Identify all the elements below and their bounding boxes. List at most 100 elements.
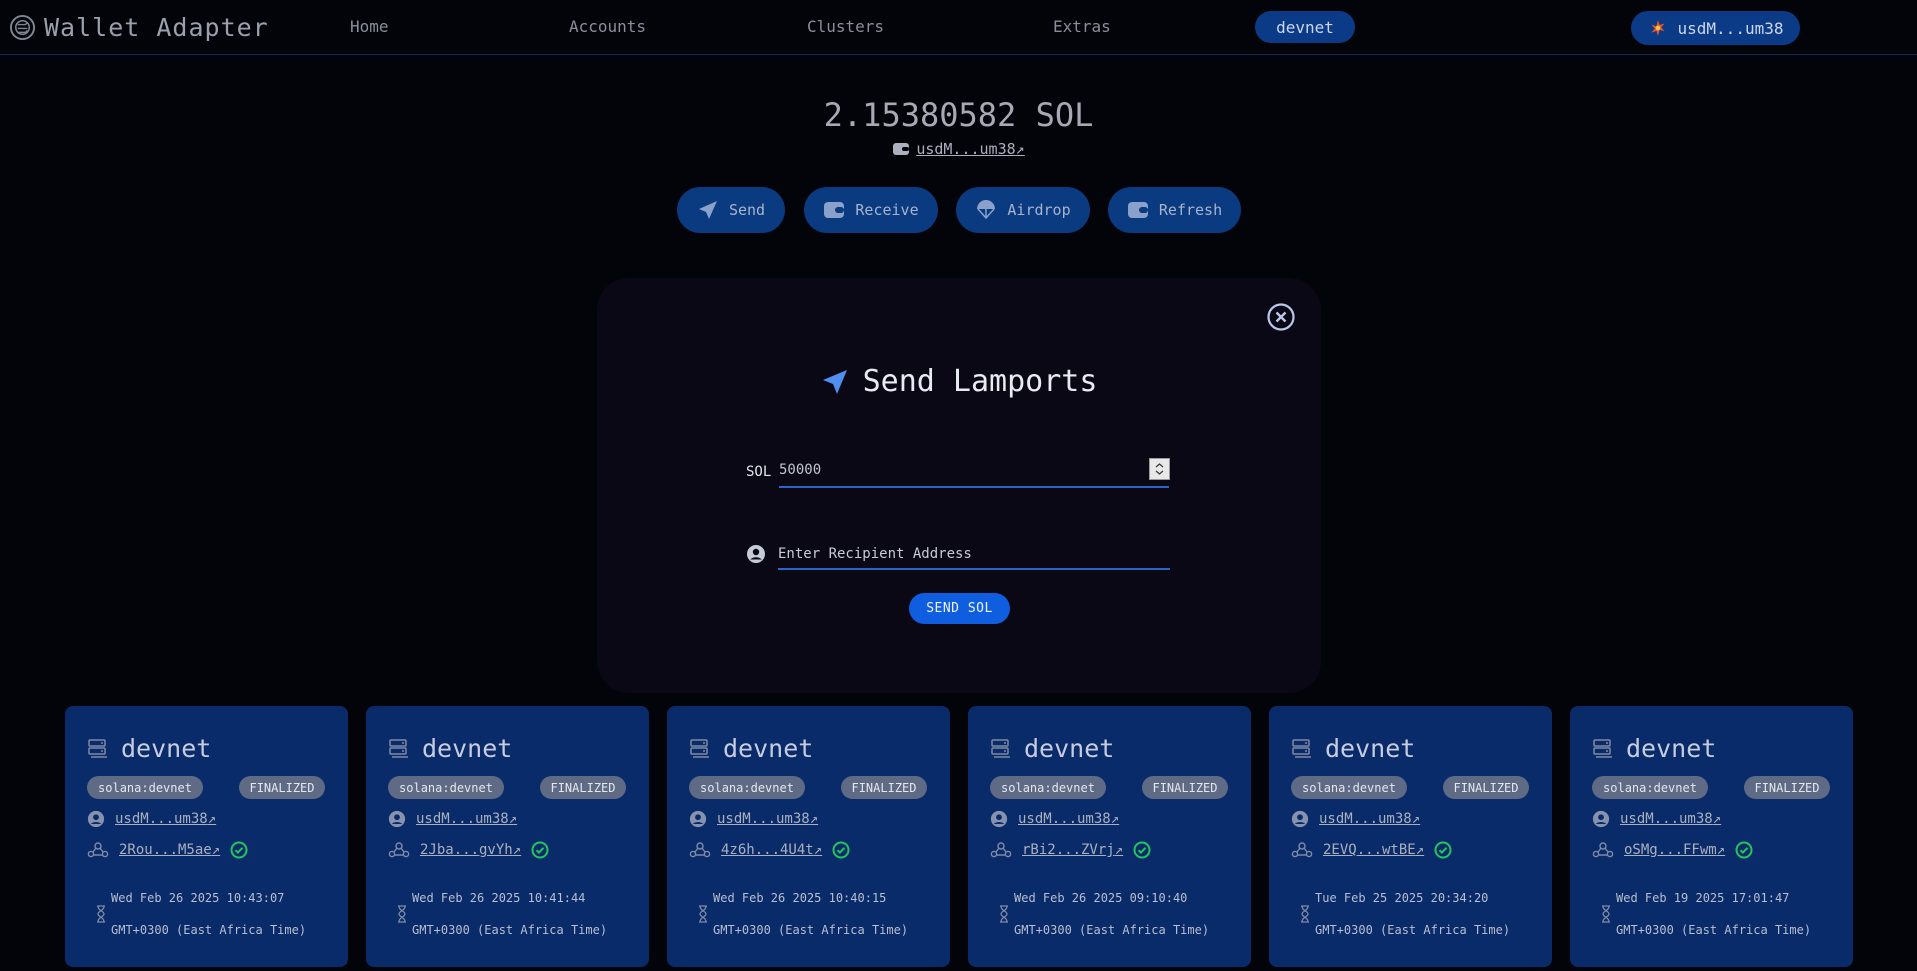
- app-logo[interactable]: Wallet Adapter: [9, 13, 269, 42]
- signature-link[interactable]: 2EVQ...wtBE↗: [1323, 842, 1424, 858]
- receive-button[interactable]: Receive: [804, 187, 938, 233]
- refresh-button[interactable]: Refresh: [1108, 187, 1241, 233]
- card-cluster: devnet: [723, 734, 814, 763]
- transaction-card: devnet solana:devnet FINALIZED usdM...um…: [1570, 706, 1853, 967]
- hourglass-icon: [699, 905, 707, 923]
- card-cluster: devnet: [1325, 734, 1416, 763]
- timestamp-date: Wed Feb 26 2025 09:10:40: [1014, 891, 1188, 905]
- timestamp-date: Wed Feb 26 2025 10:43:07: [111, 891, 285, 905]
- transaction-card: devnet solana:devnet FINALIZED usdM...um…: [366, 706, 649, 967]
- network-badge: solana:devnet: [689, 776, 805, 799]
- wallet-icon: [893, 143, 910, 155]
- close-circle-icon[interactable]: [1267, 303, 1295, 331]
- network-icon: [1592, 842, 1614, 858]
- account-link[interactable]: usdM...um38↗: [1319, 811, 1420, 827]
- account-address-link[interactable]: usdM...um38↗: [916, 140, 1024, 158]
- wallet-icon: [824, 202, 845, 218]
- account-row: usdM...um38↗: [689, 810, 818, 828]
- network-badge: solana:devnet: [1291, 776, 1407, 799]
- signature-row: oSMg...FFwm↗: [1592, 841, 1753, 859]
- signature-link[interactable]: 4z6h...4U4t↗: [721, 842, 822, 858]
- timestamp-tz: GMT+0300 (East Africa Time): [1014, 923, 1210, 937]
- signature-link[interactable]: oSMg...FFwm↗: [1624, 842, 1725, 858]
- network-icon: [1291, 842, 1313, 858]
- status-badge: FINALIZED: [841, 776, 927, 799]
- card-title: devnet: [1291, 734, 1415, 763]
- hourglass-icon: [97, 905, 105, 923]
- status-badge: FINALIZED: [540, 776, 626, 799]
- nav-accounts[interactable]: Accounts: [569, 17, 646, 36]
- user-circle-icon: [747, 545, 765, 563]
- network-badge: solana:devnet: [990, 776, 1106, 799]
- check-circle-icon: [832, 841, 850, 859]
- user-circle-icon: [87, 810, 105, 828]
- timestamp-date: Tue Feb 25 2025 20:34:20: [1315, 891, 1489, 905]
- network-badge: solana:devnet: [388, 776, 504, 799]
- top-bar: Wallet Adapter Home Accounts Clusters Ex…: [0, 0, 1917, 55]
- check-circle-icon: [1434, 841, 1452, 859]
- paper-plane-icon: [698, 201, 717, 219]
- card-cluster: devnet: [121, 734, 212, 763]
- account-address-row: usdM...um38↗: [0, 140, 1917, 158]
- server-icon: [690, 738, 709, 758]
- card-cluster: devnet: [1626, 734, 1717, 763]
- network-badge: solana:devnet: [87, 776, 203, 799]
- wallet-refresh-icon: [1127, 202, 1148, 218]
- balance-display: 2.15380582 SOL: [823, 96, 1094, 134]
- check-circle-icon: [531, 841, 549, 859]
- wallet-button[interactable]: usdM...um38: [1631, 11, 1800, 45]
- timestamp-tz: GMT+0300 (East Africa Time): [412, 923, 608, 937]
- signature-link[interactable]: 2Jba...gvYh↗: [420, 842, 521, 858]
- amount-stepper[interactable]: [1149, 458, 1170, 480]
- check-circle-icon: [1133, 841, 1151, 859]
- user-circle-icon: [1291, 810, 1309, 828]
- timestamp-date: Wed Feb 26 2025 10:41:44: [412, 891, 586, 905]
- user-circle-icon: [1592, 810, 1610, 828]
- server-icon: [389, 738, 408, 758]
- status-badge: FINALIZED: [239, 776, 325, 799]
- send-sol-button[interactable]: SEND SOL: [909, 593, 1010, 624]
- signature-row: 2EVQ...wtBE↗: [1291, 841, 1452, 859]
- nav-home[interactable]: Home: [350, 17, 389, 36]
- status-badge: FINALIZED: [1744, 776, 1830, 799]
- account-link[interactable]: usdM...um38↗: [1620, 811, 1721, 827]
- status-badge: FINALIZED: [1142, 776, 1228, 799]
- signature-link[interactable]: 2Rou...M5ae↗: [119, 842, 220, 858]
- paper-plane-icon: [822, 369, 847, 394]
- nav-clusters[interactable]: Clusters: [807, 17, 884, 36]
- cluster-select-button[interactable]: devnet: [1255, 11, 1355, 43]
- account-row: usdM...um38↗: [990, 810, 1119, 828]
- timestamp-date: Wed Feb 19 2025 17:01:47: [1616, 891, 1790, 905]
- timestamp-date: Wed Feb 26 2025 10:40:15: [713, 891, 887, 905]
- account-row: usdM...um38↗: [388, 810, 517, 828]
- network-icon: [689, 842, 711, 858]
- amount-value: 50000: [779, 462, 822, 478]
- card-cluster: devnet: [422, 734, 513, 763]
- account-link[interactable]: usdM...um38↗: [1018, 811, 1119, 827]
- card-title: devnet: [388, 734, 512, 763]
- transaction-card: devnet solana:devnet FINALIZED usdM...um…: [65, 706, 348, 967]
- account-link[interactable]: usdM...um38↗: [416, 811, 517, 827]
- signature-link[interactable]: rBi2...ZVrj↗: [1022, 842, 1123, 858]
- transaction-card: devnet solana:devnet FINALIZED usdM...um…: [968, 706, 1251, 967]
- timestamp-tz: GMT+0300 (East Africa Time): [111, 923, 307, 937]
- hourglass-icon: [1000, 905, 1008, 923]
- timestamp-tz: GMT+0300 (East Africa Time): [713, 923, 909, 937]
- airdrop-button[interactable]: Airdrop: [956, 187, 1090, 233]
- send-button[interactable]: Send: [677, 187, 785, 233]
- account-link[interactable]: usdM...um38↗: [115, 811, 216, 827]
- user-circle-icon: [689, 810, 707, 828]
- transaction-card: devnet solana:devnet FINALIZED usdM...um…: [1269, 706, 1552, 967]
- account-link[interactable]: usdM...um38↗: [717, 811, 818, 827]
- app-title: Wallet Adapter: [44, 13, 269, 42]
- transaction-card: devnet solana:devnet FINALIZED usdM...um…: [667, 706, 950, 967]
- network-badge: solana:devnet: [1592, 776, 1708, 799]
- solana-logo-icon: [9, 14, 36, 41]
- status-badge: FINALIZED: [1443, 776, 1529, 799]
- recipient-address-input[interactable]: Enter Recipient Address: [778, 538, 1170, 570]
- nav-extras[interactable]: Extras: [1053, 17, 1111, 36]
- amount-input[interactable]: 50000: [779, 456, 1170, 488]
- signature-row: 2Rou...M5ae↗: [87, 841, 248, 859]
- parachute-icon: [977, 200, 996, 220]
- amount-label: SOL: [746, 464, 772, 480]
